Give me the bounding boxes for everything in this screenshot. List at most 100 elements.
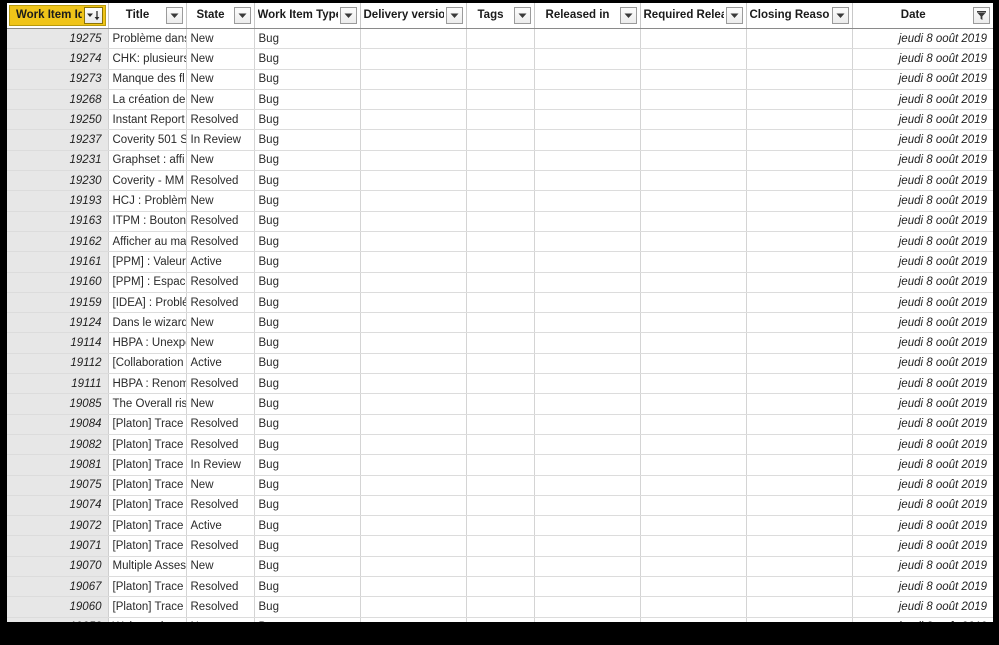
sort-descending-dropdown-icon[interactable] xyxy=(83,7,103,24)
cell-title: Coverity 501 S xyxy=(108,129,187,151)
cell-type: Bug xyxy=(254,373,361,395)
chevron-down-icon[interactable] xyxy=(619,7,637,24)
chevron-down-icon[interactable] xyxy=(233,7,251,24)
cell-date: jeudi 8 ooût 2019 xyxy=(852,434,993,456)
cell-tags xyxy=(466,129,535,151)
cell-state: New xyxy=(186,48,255,70)
cell-tags xyxy=(466,332,535,354)
chevron-down-icon[interactable] xyxy=(831,7,849,24)
column-header-inner: Released in xyxy=(535,3,640,28)
cell-date: jeudi 8 ooût 2019 xyxy=(852,515,993,537)
cell-title: Problème dans xyxy=(108,28,187,50)
table-row[interactable]: 19124 Dans le wizard New Bug jeudi 8 ooût 20… xyxy=(7,312,993,334)
table-row[interactable]: 19111 HBPA : Renom Resolved Bug jeudi 8 ooût… xyxy=(7,373,993,395)
table-row[interactable]: 19067 [Platon] Trace Resolved Bug jeudi 8 oo… xyxy=(7,576,993,598)
column-header-close[interactable]: Closing Reason xyxy=(746,3,853,29)
table-row[interactable]: 19159 [IDEA] : Problé Resolved Bug jeudi 8 o… xyxy=(7,292,993,314)
table-row[interactable]: 19081 [Platon] Trace In Review Bug jeudi 8 o… xyxy=(7,454,993,476)
cell-close xyxy=(746,535,853,557)
table-row[interactable]: 19114 HBPA : Unexpe New Bug jeudi 8 ooût 201… xyxy=(7,332,993,354)
cell-rel xyxy=(534,251,641,273)
cell-title: [Platon] Trace xyxy=(108,576,187,598)
table-row[interactable]: 19112 [Collaboration Active Bug jeudi 8 ooût… xyxy=(7,353,993,375)
column-header-inner: Title xyxy=(109,3,186,28)
cell-tags xyxy=(466,596,535,618)
cell-title: [PPM] : Espace xyxy=(108,272,187,293)
table-row[interactable]: 19071 [Platon] Trace Resolved Bug jeudi 8 oo… xyxy=(7,535,993,557)
table-row[interactable]: 19085 The Overall ris New Bug jeudi 8 ooût 2… xyxy=(7,393,993,415)
chevron-down-icon[interactable] xyxy=(513,7,531,24)
chevron-down-icon[interactable] xyxy=(339,7,357,24)
cell-state: Active xyxy=(186,515,255,537)
cell-rel xyxy=(534,109,641,131)
funnel-filter-icon[interactable] xyxy=(973,7,990,24)
chevron-down-icon[interactable] xyxy=(445,7,463,24)
column-header-tags[interactable]: Tags xyxy=(466,3,535,29)
cell-rel xyxy=(534,535,641,557)
cell-title: [Collaboration xyxy=(108,353,187,375)
cell-rel xyxy=(534,576,641,598)
table-row[interactable]: 19274 CHK: plusieurs New Bug jeudi 8 ooût 20… xyxy=(7,48,993,70)
table-row[interactable]: 19160 [PPM] : Espace Resolved Bug jeudi 8 oo… xyxy=(7,272,993,293)
cell-close xyxy=(746,89,853,111)
cell-deliv xyxy=(360,48,467,70)
cell-type: Bug xyxy=(254,109,361,131)
cell-date: jeudi 8 ooût 2019 xyxy=(852,414,993,435)
table-row[interactable]: 19053Web service teNewBug jeudi 8 ooût 20… xyxy=(7,617,993,622)
table-row[interactable]: 19082 [Platon] Trace Resolved Bug jeudi 8 oo… xyxy=(7,434,993,456)
cell-close xyxy=(746,109,853,131)
cell-reqrel xyxy=(640,495,747,517)
column-header-id[interactable]: Work Item Id xyxy=(7,3,109,29)
cell-tags xyxy=(466,515,535,537)
cell-reqrel xyxy=(640,434,747,456)
table-row[interactable]: 19162 Afficher au ma Resolved Bug jeudi 8 oo… xyxy=(7,231,993,253)
column-header-state[interactable]: State xyxy=(186,3,255,29)
table-row[interactable]: 19072 [Platon] Trace Active Bug jeudi 8 ooût… xyxy=(7,515,993,537)
cell-rel xyxy=(534,414,641,435)
cell-deliv xyxy=(360,393,467,415)
table-row[interactable]: 19230 Coverity - MM Resolved Bug jeudi 8 ooû… xyxy=(7,170,993,192)
table-row[interactable]: 19275 Problème dans New Bug jeudi 8 ooût 201… xyxy=(7,28,993,50)
column-header-date[interactable]: Date xyxy=(852,3,993,29)
chevron-down-icon[interactable] xyxy=(725,7,743,24)
cell-id: 19193 xyxy=(7,190,109,212)
table-row[interactable]: 19163 ITPM : Bouton Resolved Bug jeudi 8 ooû… xyxy=(7,211,993,232)
cell-close xyxy=(746,515,853,537)
cell-state: Resolved xyxy=(186,170,255,192)
table-row[interactable]: 19074 [Platon] Trace Resolved Bug jeudi 8 oo… xyxy=(7,495,993,517)
table-row[interactable]: 19237 Coverity 501 S In Review Bug jeudi 8 o… xyxy=(7,129,993,151)
table-row[interactable]: 19060 [Platon] Trace Resolved Bug jeudi 8 oo… xyxy=(7,596,993,618)
cell-state: Resolved xyxy=(186,373,255,395)
table-row[interactable]: 19070 Multiple Asses New Bug jeudi 8 ooût 20… xyxy=(7,556,993,578)
cell-title: HBPA : Unexpe xyxy=(108,332,187,354)
table-row[interactable]: 19084 [Platon] Trace Resolved Bug jeudi 8 oo… xyxy=(7,414,993,435)
cell-tags xyxy=(466,454,535,476)
cell-id: 19124 xyxy=(7,312,109,334)
table-row[interactable]: 19231 Graphset : affi New Bug jeudi 8 ooût 2… xyxy=(7,150,993,172)
cell-state: Resolved xyxy=(186,414,255,435)
table-row[interactable]: 19161 [PPM] : Valeur Active Bug jeudi 8 ooût… xyxy=(7,251,993,273)
cell-id: 19275 xyxy=(7,28,109,50)
column-header-title[interactable]: Title xyxy=(108,3,187,29)
table-row[interactable]: 19250 Instant Report Resolved Bug jeudi 8 oo… xyxy=(7,109,993,131)
table-row[interactable]: 19193 HCJ : Problème New Bug jeudi 8 ooût 20… xyxy=(7,190,993,212)
table-row[interactable]: 19268 La création de New Bug jeudi 8 ooût 20… xyxy=(7,89,993,111)
chevron-down-icon[interactable] xyxy=(165,7,183,24)
cell-close xyxy=(746,617,853,622)
column-header-rel[interactable]: Released in xyxy=(534,3,641,29)
cell-tags xyxy=(466,292,535,314)
cell-date: jeudi 8 ooût 2019 xyxy=(852,89,993,111)
cell-date: jeudi 8 ooût 2019 xyxy=(852,170,993,192)
column-header-label: Work Item Type xyxy=(257,9,338,21)
table-row[interactable]: 19075 [Platon] Trace New Bug jeudi 8 ooût 20… xyxy=(7,475,993,496)
column-header-type[interactable]: Work Item Type xyxy=(254,3,361,29)
column-header-reqrel[interactable]: Required Release xyxy=(640,3,747,29)
table-row[interactable]: 19273 Manque des fl New Bug jeudi 8 ooût 201… xyxy=(7,69,993,90)
cell-close xyxy=(746,312,853,334)
cell-title: [Platon] Trace xyxy=(108,535,187,557)
cell-reqrel xyxy=(640,292,747,314)
cell-date: jeudi 8 ooût 2019 xyxy=(852,231,993,253)
column-header-deliv[interactable]: Delivery version xyxy=(360,3,467,29)
cell-tags xyxy=(466,28,535,50)
cell-rel xyxy=(534,190,641,212)
